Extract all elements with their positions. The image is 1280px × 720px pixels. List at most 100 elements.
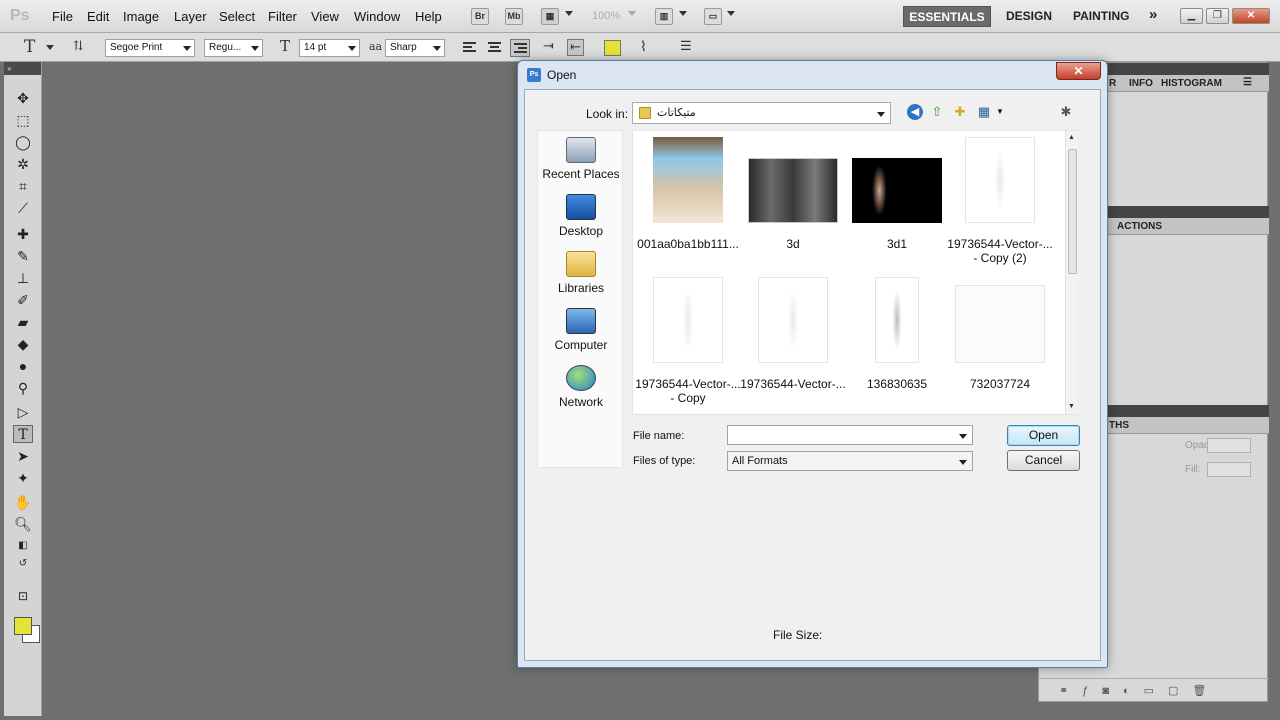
close-icon[interactable]: ✕: [1232, 8, 1270, 24]
tab-info[interactable]: INFO: [1129, 78, 1153, 89]
tab-histogram[interactable]: HISTOGRAM: [1161, 78, 1222, 89]
cancel-button[interactable]: Cancel: [1007, 450, 1080, 471]
menu-edit[interactable]: Edit: [87, 9, 109, 24]
pen-tool-icon[interactable]: ▷: [13, 403, 33, 421]
mini-bridge-icon[interactable]: ✱: [1058, 104, 1074, 120]
file-name-input[interactable]: [727, 425, 973, 445]
menu-file[interactable]: File: [52, 9, 73, 24]
orientation-toggle-icon[interactable]: ⇅: [73, 39, 84, 54]
paragraph-direction-rtl-icon[interactable]: ⇤: [567, 39, 584, 56]
file-list-scrollbar[interactable]: ▲ ▼: [1065, 131, 1078, 414]
text-color-swatch[interactable]: [604, 40, 621, 56]
place-recent[interactable]: Recent Places: [538, 137, 624, 181]
menu-select[interactable]: Select: [219, 9, 255, 24]
layers-footer-icons[interactable]: ⚭ƒ◙◐▭▢🗑︎: [1039, 678, 1269, 702]
type-tool-icon[interactable]: T: [24, 37, 35, 57]
scroll-up-icon[interactable]: ▲: [1068, 134, 1075, 141]
move-tool-icon[interactable]: ✥: [13, 89, 33, 107]
zoom-tool-icon[interactable]: 🔍︎: [13, 515, 33, 533]
tab-actions[interactable]: ACTIONS: [1117, 221, 1162, 232]
new-folder-icon[interactable]: ✚: [952, 104, 968, 120]
warp-text-icon[interactable]: ⌇: [640, 39, 647, 55]
font-family-select[interactable]: Segoe Print: [105, 39, 195, 57]
restore-icon[interactable]: ❐: [1206, 8, 1229, 24]
menu-layer[interactable]: Layer: [174, 9, 207, 24]
foreground-color-swatch[interactable]: [14, 617, 32, 635]
screen-mode-button[interactable]: ▭: [704, 8, 722, 25]
open-button[interactable]: Open: [1007, 425, 1080, 446]
mini-bridge-button[interactable]: Mb: [505, 8, 523, 25]
tab-navigator[interactable]: R: [1109, 78, 1116, 89]
align-left-icon[interactable]: [460, 39, 480, 57]
chevron-down-icon[interactable]: [679, 11, 687, 16]
file-type-select[interactable]: All Formats: [727, 451, 973, 471]
menu-filter[interactable]: Filter: [268, 9, 297, 24]
quick-selection-tool-icon[interactable]: ✲: [13, 155, 33, 173]
chevron-down-icon[interactable]: [959, 434, 967, 439]
tab-paths[interactable]: THS: [1109, 420, 1129, 431]
paint-bucket-tool-icon[interactable]: ◆: [13, 335, 33, 353]
font-style-select[interactable]: Regu...: [204, 39, 263, 57]
chevron-down-icon[interactable]: [628, 11, 636, 16]
paragraph-direction-icon[interactable]: ⇥: [543, 39, 554, 54]
up-folder-icon[interactable]: ⇧: [929, 104, 945, 120]
panel-menu-icon[interactable]: ☰: [1243, 77, 1252, 88]
chevron-down-icon[interactable]: [727, 11, 735, 16]
file-item[interactable]: 001aa0ba1bb111...: [633, 137, 743, 251]
arrange-documents-button[interactable]: ▥: [655, 8, 673, 25]
place-computer[interactable]: Computer: [538, 308, 624, 352]
fill-input[interactable]: [1207, 462, 1251, 477]
file-item[interactable]: 19736544-Vector-... - Copy (2): [945, 137, 1055, 265]
file-item[interactable]: 136830635: [842, 277, 952, 391]
character-panel-icon[interactable]: ☰: [680, 39, 692, 54]
menu-help[interactable]: Help: [415, 9, 442, 24]
font-size-select[interactable]: 14 pt: [299, 39, 360, 57]
blur-tool-icon[interactable]: ●: [13, 357, 33, 375]
tools-panel-header[interactable]: »: [4, 62, 41, 75]
crop-tool-icon[interactable]: ⌗: [13, 177, 33, 195]
healing-brush-tool-icon[interactable]: ✚: [13, 225, 33, 243]
align-right-icon[interactable]: [510, 39, 530, 57]
workspace-essentials[interactable]: ESSENTIALS: [903, 6, 991, 27]
menu-view[interactable]: View: [311, 9, 339, 24]
look-in-select[interactable]: متيكاتات: [632, 102, 891, 124]
more-workspaces-icon[interactable]: »: [1149, 6, 1157, 23]
shape-tool-icon[interactable]: ✦: [13, 469, 33, 487]
close-icon[interactable]: ✕: [1056, 62, 1101, 80]
place-libraries[interactable]: Libraries: [538, 251, 624, 295]
zoom-level[interactable]: 100%: [592, 10, 620, 22]
history-brush-tool-icon[interactable]: ✐: [13, 291, 33, 309]
hand-tool-icon[interactable]: ✋: [13, 493, 33, 511]
back-icon[interactable]: ◀: [907, 104, 923, 120]
workspace-design[interactable]: DESIGN: [1006, 9, 1052, 23]
menu-image[interactable]: Image: [123, 9, 159, 24]
bridge-button[interactable]: Br: [471, 8, 489, 25]
default-colors-icon[interactable]: ◧ ↺: [13, 537, 33, 569]
type-tool-icon[interactable]: T: [13, 425, 33, 443]
place-network[interactable]: Network: [538, 365, 624, 409]
file-item[interactable]: 19736544-Vector-...: [738, 277, 848, 391]
place-desktop[interactable]: Desktop: [538, 194, 624, 238]
file-item[interactable]: 3d: [738, 158, 848, 251]
eyedropper-tool-icon[interactable]: ⟋: [13, 199, 33, 217]
file-item[interactable]: 3d1: [842, 158, 952, 251]
chevron-down-icon[interactable]: ▼: [992, 104, 1008, 120]
minimize-icon[interactable]: ▁: [1180, 8, 1203, 24]
lasso-tool-icon[interactable]: ◯: [13, 133, 33, 151]
marquee-tool-icon[interactable]: ⬚: [13, 111, 33, 129]
extras-button[interactable]: ▦: [541, 8, 559, 25]
view-menu-icon[interactable]: ▦: [976, 104, 992, 120]
quick-mask-icon[interactable]: ⊡: [13, 587, 33, 605]
align-center-icon[interactable]: [485, 39, 505, 57]
file-item[interactable]: 732037724: [945, 285, 1055, 391]
scroll-down-icon[interactable]: ▼: [1068, 403, 1075, 410]
opacity-input[interactable]: [1207, 438, 1251, 453]
dodge-tool-icon[interactable]: ⚲: [13, 379, 33, 397]
chevron-down-icon[interactable]: [565, 11, 573, 16]
chevron-down-icon[interactable]: [46, 45, 54, 50]
scrollbar-thumb[interactable]: [1068, 149, 1077, 274]
workspace-painting[interactable]: PAINTING: [1073, 9, 1129, 23]
antialias-select[interactable]: Sharp: [385, 39, 445, 57]
file-item[interactable]: 19736544-Vector-... - Copy: [633, 277, 743, 405]
eraser-tool-icon[interactable]: ▰: [13, 313, 33, 331]
